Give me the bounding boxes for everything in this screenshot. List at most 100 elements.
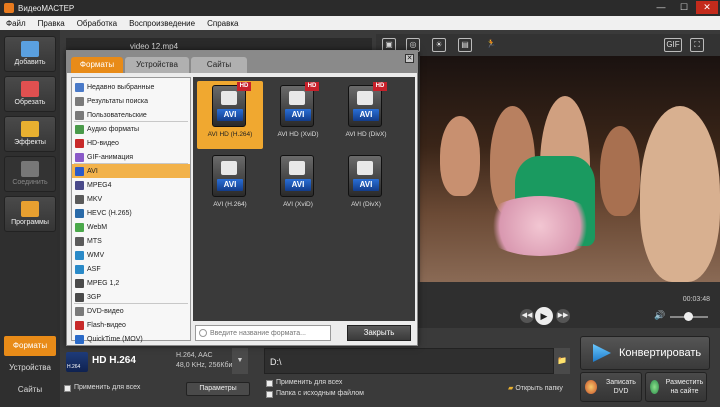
format-category-item[interactable]: QuickTime (MOV): [72, 332, 190, 346]
format-category-item[interactable]: GIF-анимация: [72, 150, 190, 164]
format-category-icon: [75, 138, 84, 148]
output-path-field[interactable]: [264, 348, 554, 374]
dialog-tab-sites[interactable]: Сайты: [191, 57, 247, 73]
format-category-label: MTS: [87, 237, 102, 245]
menu-playback[interactable]: Воспроизведение: [129, 19, 195, 28]
fullscreen-icon[interactable]: ⛶: [690, 38, 704, 52]
run-icon[interactable]: 🏃: [484, 38, 498, 52]
format-category-item[interactable]: MPEG4: [72, 178, 190, 192]
output-format-panel: [60, 344, 258, 407]
avi-icon-label: AVI: [285, 179, 311, 191]
format-category-item[interactable]: MTS: [72, 234, 190, 248]
search-icon: [199, 329, 207, 337]
effects-button[interactable]: Эффекты: [4, 116, 56, 152]
convert-button[interactable]: Конвертировать: [580, 336, 710, 370]
format-option[interactable]: AVI AVI (H.264): [197, 151, 263, 219]
open-folder-link[interactable]: ▰ Открыть папку: [508, 384, 563, 392]
format-category-icon: [75, 180, 84, 190]
format-category-icon: [75, 152, 84, 162]
format-category-icon: [75, 124, 84, 134]
format-category-item[interactable]: ASF: [72, 262, 190, 276]
apply-all-right-checkbox[interactable]: [266, 380, 273, 387]
format-category-item[interactable]: DVD-видео: [72, 304, 190, 318]
convert-label: Конвертировать: [619, 347, 702, 359]
browse-folder-button[interactable]: 📁: [554, 348, 570, 374]
volume-knob[interactable]: [684, 312, 693, 321]
dialog-tab-devices[interactable]: Устройства: [125, 57, 189, 73]
maximize-button[interactable]: ☐: [673, 1, 695, 14]
close-button[interactable]: ✕: [696, 1, 718, 14]
format-category-item[interactable]: Результаты поиска: [72, 94, 190, 108]
format-category-item[interactable]: AVI: [72, 164, 190, 178]
rewind-button[interactable]: ◀◀: [520, 309, 534, 323]
tab-formats[interactable]: Форматы: [4, 336, 56, 356]
add-video-icon: [21, 41, 39, 57]
video-camera-icon: AVI HD: [348, 82, 387, 127]
menu-processing[interactable]: Обработка: [77, 19, 117, 28]
params-button[interactable]: Параметры: [186, 382, 250, 396]
join-button[interactable]: Соединить: [4, 156, 56, 192]
hd-badge: HD: [237, 82, 251, 91]
format-option[interactable]: AVI AVI (XviD): [265, 151, 331, 219]
publish-button[interactable]: Разместить на сайте: [645, 372, 707, 402]
menu-edit[interactable]: Правка: [38, 19, 65, 28]
format-category-label: MKV: [87, 195, 103, 203]
programs-button[interactable]: Программы: [4, 196, 56, 232]
dialog-tab-formats[interactable]: Форматы: [71, 57, 123, 73]
video-preview: [420, 56, 720, 282]
format-category-item[interactable]: Недавно выбранные: [72, 80, 190, 94]
avi-icon-label: AVI: [353, 179, 379, 191]
format-category-label: HD-видео: [87, 139, 119, 147]
gif-button[interactable]: GIF: [664, 38, 682, 52]
title-bar: ВидеоМАСТЕР — ☐ ✕: [0, 0, 720, 16]
apply-all-checkbox[interactable]: [64, 385, 71, 392]
menu-file[interactable]: Файл: [6, 19, 26, 28]
format-category-item[interactable]: Пользовательские: [72, 108, 190, 122]
format-option[interactable]: AVI HD AVI HD (H.264): [197, 81, 263, 149]
format-category-icon: [75, 208, 84, 218]
format-category-label: Аудио форматы: [87, 125, 140, 133]
avi-icon-label: AVI: [217, 109, 243, 121]
format-category-item[interactable]: Аудио форматы: [72, 122, 190, 136]
add-button[interactable]: Добавить: [4, 36, 56, 72]
tab-sites[interactable]: Сайты: [4, 380, 56, 400]
cut-button[interactable]: Обрезать: [4, 76, 56, 112]
volume-icon[interactable]: 🔊: [654, 310, 665, 321]
format-category-item[interactable]: HD-видео: [72, 136, 190, 150]
brightness-icon[interactable]: ☀: [432, 38, 446, 52]
burn-dvd-button[interactable]: Записать DVD: [580, 372, 642, 402]
format-option[interactable]: AVI HD AVI HD (DivX): [333, 81, 399, 149]
film-icon[interactable]: ▤: [458, 38, 472, 52]
format-category-list: Недавно выбранные Результаты поиска Пользо…: [71, 77, 191, 344]
format-category-item[interactable]: 3GP: [72, 290, 190, 304]
format-option[interactable]: AVI AVI (DivX): [333, 151, 399, 219]
dialog-close-icon[interactable]: ✕: [405, 54, 414, 63]
format-search-input[interactable]: [210, 329, 330, 337]
dialog-close-button[interactable]: Закрыть: [347, 325, 411, 341]
format-option[interactable]: AVI HD AVI HD (XviD): [265, 81, 331, 149]
forward-button[interactable]: ▶▶: [556, 309, 570, 323]
play-button[interactable]: ▶: [535, 307, 553, 325]
format-option-caption: AVI (DivX): [351, 201, 381, 208]
publish-label: Разместить на сайте: [665, 379, 704, 395]
format-category-icon: [75, 110, 84, 120]
format-category-item[interactable]: WebM: [72, 220, 190, 234]
minimize-button[interactable]: —: [650, 1, 672, 14]
format-category-item[interactable]: MKV: [72, 192, 190, 206]
programs-button-label: Программы: [11, 219, 49, 226]
cut-icon: [21, 81, 39, 97]
menu-help[interactable]: Справка: [207, 19, 238, 28]
source-folder-checkbox[interactable]: [266, 391, 273, 398]
format-category-item[interactable]: MPEG 1,2: [72, 276, 190, 290]
format-category-icon: [75, 320, 84, 330]
format-option-caption: AVI (H.264): [213, 201, 247, 208]
format-category-item[interactable]: HEVC (H.265): [72, 206, 190, 220]
format-category-item[interactable]: Flash-видео: [72, 318, 190, 332]
join-icon: [21, 161, 39, 177]
format-dropdown-button[interactable]: ▼: [232, 348, 248, 374]
window-title: ВидеоМАСТЕР: [18, 3, 75, 13]
format-category-icon: [75, 82, 84, 92]
format-category-item[interactable]: WMV: [72, 248, 190, 262]
tab-devices[interactable]: Устройства: [4, 358, 56, 378]
left-toolbar: Добавить Обрезать Эффекты Соединить Прог…: [0, 30, 60, 407]
